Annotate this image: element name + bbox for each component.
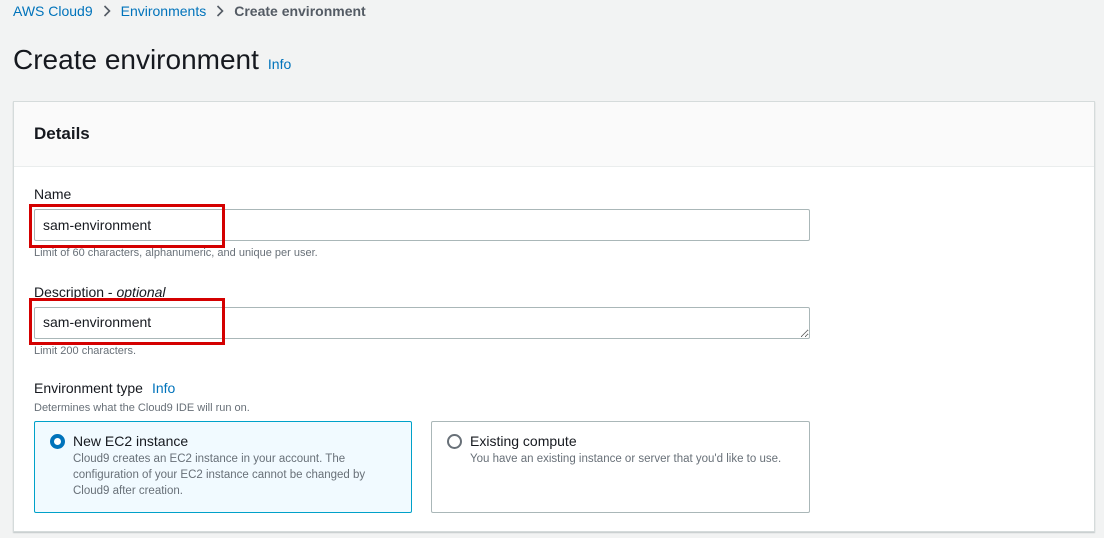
name-label: Name [34,186,72,202]
tile-existing-compute[interactable]: Existing compute You have an existing in… [431,421,810,513]
breadcrumb: AWS Cloud9 Environments Create environme… [13,2,366,20]
name-hint: Limit of 60 characters, alphanumeric, an… [34,247,318,259]
environment-type-header: Environment type Info [34,380,175,396]
details-title: Details [34,124,90,143]
tile-title: Existing compute [470,433,577,449]
radio-selected-icon[interactable] [50,434,65,449]
environment-type-label: Environment type [34,380,143,396]
page-title: Create environment [13,44,259,75]
tile-title: New EC2 instance [73,433,189,449]
page-header: Create environment Info [13,43,291,77]
environment-type-info-link[interactable]: Info [152,380,175,396]
details-panel: Details Name Limit of 60 characters, alp… [13,101,1095,532]
tile-description: Cloud9 creates an EC2 instance in your a… [73,453,366,497]
description-label: Description - optional [34,284,166,300]
name-input[interactable] [34,209,810,241]
description-input[interactable]: sam-environment [34,307,810,339]
environment-type-hint: Determines what the Cloud9 IDE will run … [34,402,250,414]
description-optional: optional [116,284,166,300]
tile-new-ec2-instance[interactable]: New EC2 instance Cloud9 creates an EC2 i… [34,421,412,513]
breadcrumb-aws-cloud9[interactable]: AWS Cloud9 [13,2,93,20]
details-panel-header: Details [14,102,1094,167]
page-info-link[interactable]: Info [268,56,291,72]
chevron-right-icon [93,5,121,17]
breadcrumb-environments[interactable]: Environments [121,2,207,20]
description-label-text: Description [34,284,105,300]
tile-description: You have an existing instance or server … [470,453,782,465]
description-hint: Limit 200 characters. [34,345,137,357]
chevron-right-icon [206,5,234,17]
radio-unselected-icon[interactable] [447,434,462,449]
breadcrumb-current: Create environment [234,3,366,19]
